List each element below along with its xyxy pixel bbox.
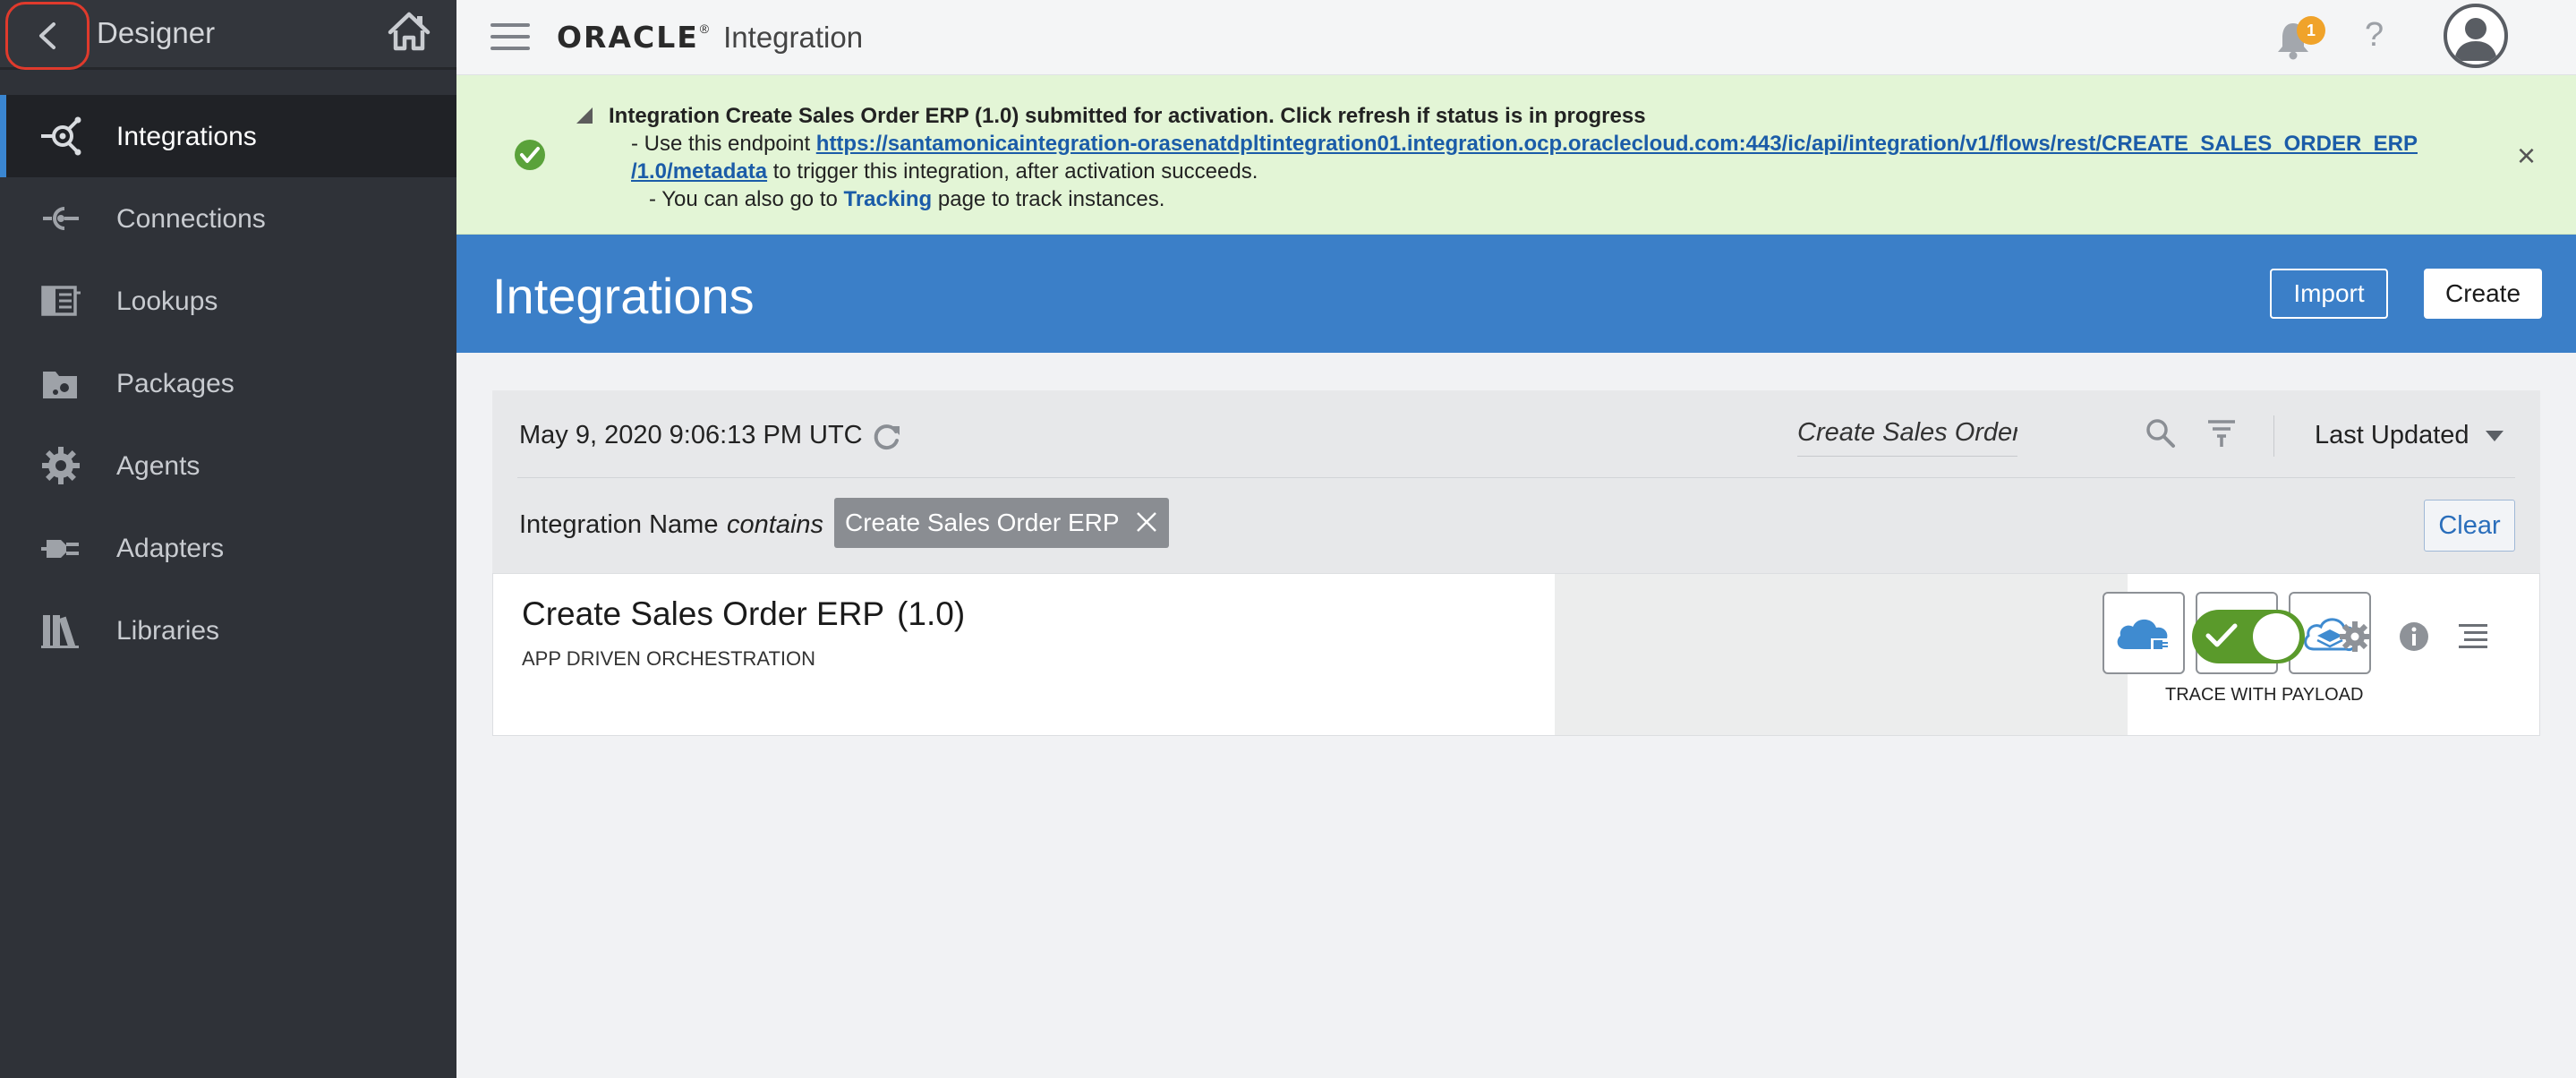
success-check-icon — [515, 140, 545, 170]
close-icon[interactable]: × — [2517, 140, 2536, 172]
trace-status: TRACE WITH PAYLOAD — [2165, 685, 2364, 705]
banner-message: Integration Create Sales Order ERP (1.0)… — [609, 102, 2418, 213]
integration-type: APP DRIVEN ORCHESTRATION — [522, 647, 816, 670]
divider — [2273, 415, 2274, 457]
search-panel: May 9, 2020 9:06:13 PM UTC Last Updated … — [492, 390, 2540, 573]
refresh-icon[interactable] — [868, 419, 904, 455]
endpoint-link-continued[interactable]: /1.0/metadata — [631, 159, 767, 184]
agents-icon — [42, 447, 80, 484]
sidebar-item-connections[interactable]: Connections — [0, 177, 456, 260]
sidebar-item-adapters[interactable]: Adapters — [0, 507, 456, 589]
collapse-triangle-icon[interactable] — [576, 107, 593, 124]
info-icon[interactable] — [2398, 620, 2430, 653]
filter-chip-label: Create Sales Order ERP — [845, 509, 1120, 536]
user-icon — [2454, 18, 2497, 61]
sidebar-item-label: Integrations — [116, 122, 257, 151]
sidebar-item-label: Agents — [116, 451, 200, 481]
brand-registered-mark: ® — [699, 21, 710, 36]
sidebar-item-label: Libraries — [116, 616, 220, 646]
check-icon — [2205, 623, 2238, 647]
integration-name[interactable]: Create Sales Order ERP (1.0) — [522, 595, 965, 633]
table-row[interactable]: Create Sales Order ERP (1.0) APP DRIVEN O… — [492, 573, 2540, 736]
brand-product-name: Integration — [723, 21, 864, 54]
cloud-rest-adapter-icon — [2117, 619, 2168, 651]
sort-dropdown[interactable]: Last Updated — [2315, 421, 2503, 450]
page-header: Integrations Import Create — [456, 235, 2576, 353]
banner-tracking-prefix: - You can also go to — [649, 187, 844, 211]
banner-endpoint-prefix: - Use this endpoint — [631, 132, 816, 156]
remove-filter-icon[interactable] — [1133, 509, 1160, 535]
caret-down-icon — [2485, 430, 2503, 441]
integrations-icon — [41, 116, 81, 156]
help-button[interactable]: ? — [2365, 16, 2384, 55]
avatar[interactable] — [2444, 4, 2508, 68]
sidebar-item-packages[interactable]: Packages — [0, 342, 456, 424]
connections-icon — [43, 207, 79, 230]
banner-endpoint-suffix: to trigger this integration, after activ… — [767, 159, 1258, 184]
brand-oracle: ORACLE — [557, 20, 699, 55]
adapters-icon — [41, 540, 79, 558]
sidebar-item-label: Adapters — [116, 534, 225, 563]
tracking-link[interactable]: Tracking — [844, 187, 933, 211]
sidebar-item-label: Connections — [116, 204, 266, 234]
filter-field-label: Integration Name — [519, 510, 719, 539]
back-button[interactable] — [5, 2, 90, 70]
toggle-knob — [2253, 613, 2299, 660]
banner-title: Integration Create Sales Order ERP (1.0)… — [609, 104, 1646, 128]
brand-logo: ORACLE ® Integration — [557, 20, 863, 55]
divider — [517, 477, 2515, 478]
search-input[interactable] — [1797, 410, 2017, 457]
sidebar-item-integrations[interactable]: Integrations — [0, 95, 456, 177]
sidebar-item-label: Packages — [116, 369, 235, 398]
sidebar-item-libraries[interactable]: Libraries — [0, 589, 456, 672]
filter-icon[interactable] — [2205, 417, 2238, 449]
page-actions: Import Create — [1352, 235, 2576, 353]
sidebar-header: Designer — [0, 0, 456, 70]
chevron-left-icon — [39, 22, 55, 49]
filter-operator: contains — [727, 510, 824, 539]
notifications-button[interactable]: 1 — [2275, 16, 2327, 61]
hamburger-menu-icon[interactable] — [490, 23, 530, 52]
sidebar-nav: Integrations Connections Lookups Package… — [0, 95, 456, 672]
banner-tracking-suffix: page to track instances. — [932, 187, 1165, 211]
home-icon[interactable] — [387, 11, 431, 52]
search-icon[interactable] — [2145, 417, 2177, 449]
integration-version: (1.0) — [897, 595, 966, 632]
sidebar-item-agents[interactable]: Agents — [0, 424, 456, 507]
filter-chip: Create Sales Order ERP — [834, 498, 1169, 548]
clear-filter-button[interactable]: Clear — [2424, 500, 2515, 552]
endpoint-link[interactable]: https://santamonicaintegration-orasenatd… — [816, 132, 2418, 156]
adapters-strip — [1555, 574, 2371, 735]
page-title: Integrations — [492, 268, 755, 324]
actions-menu-icon[interactable] — [2457, 622, 2489, 651]
import-button[interactable]: Import — [2270, 269, 2388, 319]
packages-icon — [43, 372, 77, 398]
sort-label: Last Updated — [2315, 421, 2469, 449]
sidebar-item-lookups[interactable]: Lookups — [0, 260, 456, 342]
sidebar: Designer Integrations Connections Lookup… — [0, 0, 456, 1078]
last-refreshed-timestamp: May 9, 2020 9:06:13 PM UTC — [519, 421, 863, 449]
gear-icon[interactable] — [2339, 620, 2371, 653]
sidebar-item-label: Lookups — [116, 287, 218, 316]
notification-badge: 1 — [2297, 16, 2325, 45]
activate-toggle[interactable] — [2192, 610, 2305, 663]
create-button[interactable]: Create — [2424, 269, 2542, 319]
activation-banner: Integration Create Sales Order ERP (1.0)… — [456, 75, 2576, 235]
libraries-icon — [41, 615, 79, 648]
trigger-adapter[interactable] — [2103, 592, 2185, 674]
sidebar-title: Designer — [97, 16, 216, 49]
lookups-icon — [41, 286, 81, 316]
top-header: ORACLE ® Integration 1 ? — [456, 0, 2576, 75]
